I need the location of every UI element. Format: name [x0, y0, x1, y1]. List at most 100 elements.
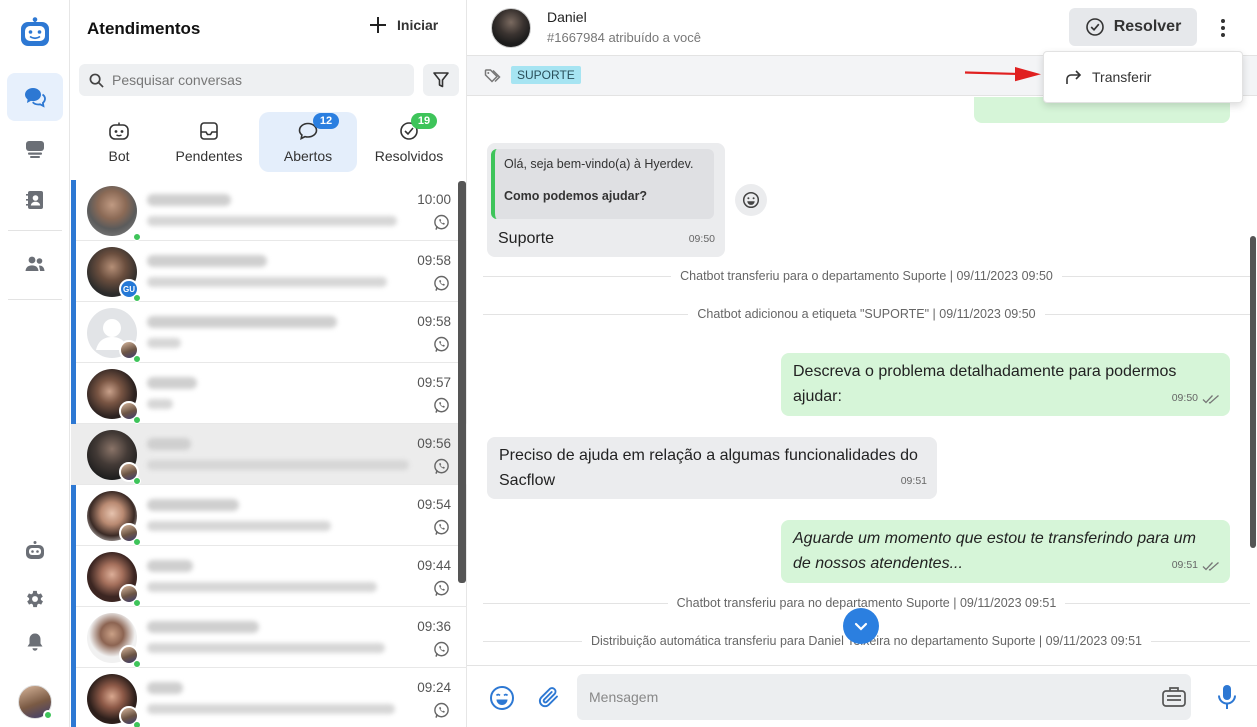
conversation-list-pane: Atendimentos Iniciar Pesquisar conversas… — [71, 0, 467, 727]
kebab-menu-icon — [1221, 19, 1225, 37]
nav-bot[interactable] — [7, 527, 63, 575]
message-bubble-outgoing: Descreva o problema detalhadamente para … — [781, 353, 1230, 416]
conversation-time: 09:24 — [417, 680, 451, 695]
tab-pending[interactable]: Pendentes — [167, 112, 251, 172]
message-text: de nossos atendentes... — [793, 555, 963, 572]
conversation-row[interactable]: 09:44 — [71, 546, 467, 607]
conversation-row[interactable]: 09:24 — [71, 668, 467, 727]
conversation-time: 09:58 — [417, 314, 451, 329]
conversation-time: 09:36 — [417, 619, 451, 634]
tags-icon[interactable] — [484, 68, 502, 84]
list-title: Atendimentos — [87, 19, 201, 38]
message-input-box[interactable] — [577, 674, 1191, 720]
conversation-time: 09:56 — [417, 436, 451, 451]
message-preview-blurred — [147, 643, 385, 653]
nav-contacts[interactable] — [7, 176, 63, 224]
more-options-button[interactable] — [1215, 14, 1231, 42]
annotation-arrow — [964, 67, 1041, 82]
whatsapp-icon — [434, 336, 449, 352]
unread-indicator — [71, 668, 76, 727]
conversation-time: 09:58 — [417, 253, 451, 268]
user-avatar[interactable] — [18, 685, 53, 720]
new-conversation-label: Iniciar — [397, 17, 439, 33]
status-tabs: Bot Pendentes 12 Abertos 19 Resolvidos — [71, 112, 467, 172]
quick-replies-icon[interactable] — [1161, 684, 1187, 710]
contact-name-blurred — [147, 621, 259, 633]
message-text: Sacflow — [499, 472, 556, 489]
message-preview-blurred — [147, 277, 387, 287]
nav-chats[interactable] — [7, 73, 63, 121]
quoted-question: Como podemos ajudar? — [504, 189, 648, 203]
online-dot — [133, 538, 141, 546]
search-input[interactable] — [112, 72, 392, 88]
conversation-row[interactable]: GU 09:58 — [71, 241, 467, 302]
unread-indicator — [71, 180, 76, 241]
message-composer — [467, 665, 1257, 727]
whatsapp-icon — [434, 641, 449, 657]
message-preview-blurred — [147, 521, 331, 531]
tab-resolved[interactable]: 19 Resolvidos — [365, 112, 453, 172]
tab-bot[interactable]: Bot — [83, 112, 155, 172]
react-emoji-button[interactable] — [735, 184, 767, 216]
chat-scrollbar[interactable] — [1250, 236, 1256, 548]
emoji-icon[interactable] — [489, 685, 515, 711]
search-box[interactable] — [79, 64, 414, 96]
scroll-to-bottom-button[interactable] — [843, 608, 879, 644]
paperclip-icon[interactable] — [537, 685, 561, 709]
left-rail — [0, 0, 70, 727]
nav-inbox[interactable] — [7, 125, 63, 173]
message-text: Suporte — [498, 230, 555, 247]
online-dot — [133, 721, 141, 727]
message-text: ajudar: — [793, 388, 842, 405]
nav-notifications[interactable] — [7, 618, 63, 666]
unread-indicator — [71, 363, 76, 424]
contact-name-blurred — [147, 438, 191, 450]
rail-divider — [8, 230, 62, 231]
filter-button[interactable] — [423, 64, 459, 96]
unread-indicator — [71, 241, 76, 302]
conversation-row[interactable]: 09:57 — [71, 363, 467, 424]
conversation-row[interactable]: 09:54 — [71, 485, 467, 546]
unread-indicator — [71, 546, 76, 607]
quoted-message[interactable]: Olá, seja bem-vindo(a) à Hyerdev. Como p… — [491, 149, 714, 219]
tab-bot-label: Bot — [108, 148, 130, 164]
new-conversation-button[interactable]: Iniciar — [369, 16, 438, 34]
transfer-menu-item[interactable]: Transferir — [1043, 51, 1243, 103]
conversation-row-selected[interactable]: 09:56 — [71, 424, 467, 485]
list-scrollbar[interactable] — [458, 181, 466, 583]
contact-avatar[interactable] — [491, 8, 531, 48]
message-text: Descreva o problema detalhadamente para … — [793, 363, 1177, 380]
online-dot — [133, 660, 141, 668]
message-preview-blurred — [147, 216, 397, 226]
contact-avatar — [87, 186, 137, 236]
chat-header: Daniel #1667984 atribuído a você Resolve… — [467, 0, 1257, 56]
message-input[interactable] — [589, 689, 1129, 705]
tab-open[interactable]: 12 Abertos — [259, 112, 357, 172]
app-logo[interactable] — [18, 16, 52, 50]
tab-resolved-label: Resolvidos — [374, 148, 444, 164]
contact-name-blurred — [147, 377, 197, 389]
tab-open-label: Abertos — [283, 148, 333, 164]
tab-pending-label: Pendentes — [175, 148, 243, 164]
contact-name-blurred — [147, 194, 231, 206]
gear-icon — [27, 590, 43, 608]
contact-name-blurred — [147, 316, 337, 328]
resolve-button[interactable]: Resolver — [1069, 8, 1197, 46]
conversation-row[interactable]: 09:58 — [71, 302, 467, 363]
tag-chip[interactable]: SUPORTE — [511, 66, 581, 84]
chat-pane: Daniel #1667984 atribuído a você Resolve… — [467, 0, 1257, 727]
conversation-row[interactable]: 09:36 — [71, 607, 467, 668]
nav-team[interactable] — [7, 240, 63, 288]
message-preview-blurred — [147, 338, 181, 348]
whatsapp-icon — [434, 458, 449, 474]
resolve-label: Resolver — [1113, 18, 1182, 35]
message-time: 09:51 — [900, 475, 927, 487]
conversation-time: 10:00 — [417, 192, 451, 207]
nav-settings[interactable] — [7, 575, 63, 623]
message-time: 09:50 — [1172, 386, 1220, 411]
message-bubble-incoming: Preciso de ajuda em relação a algumas fu… — [487, 437, 937, 499]
microphone-icon[interactable] — [1215, 683, 1239, 711]
conversation-row[interactable]: 10:00 — [71, 180, 467, 241]
conversation-list: 10:00 GU 09:58 09:58 09:57 09:56 09:54 0… — [71, 180, 467, 727]
ticket-subtitle: #1667984 atribuído a você — [547, 30, 701, 45]
